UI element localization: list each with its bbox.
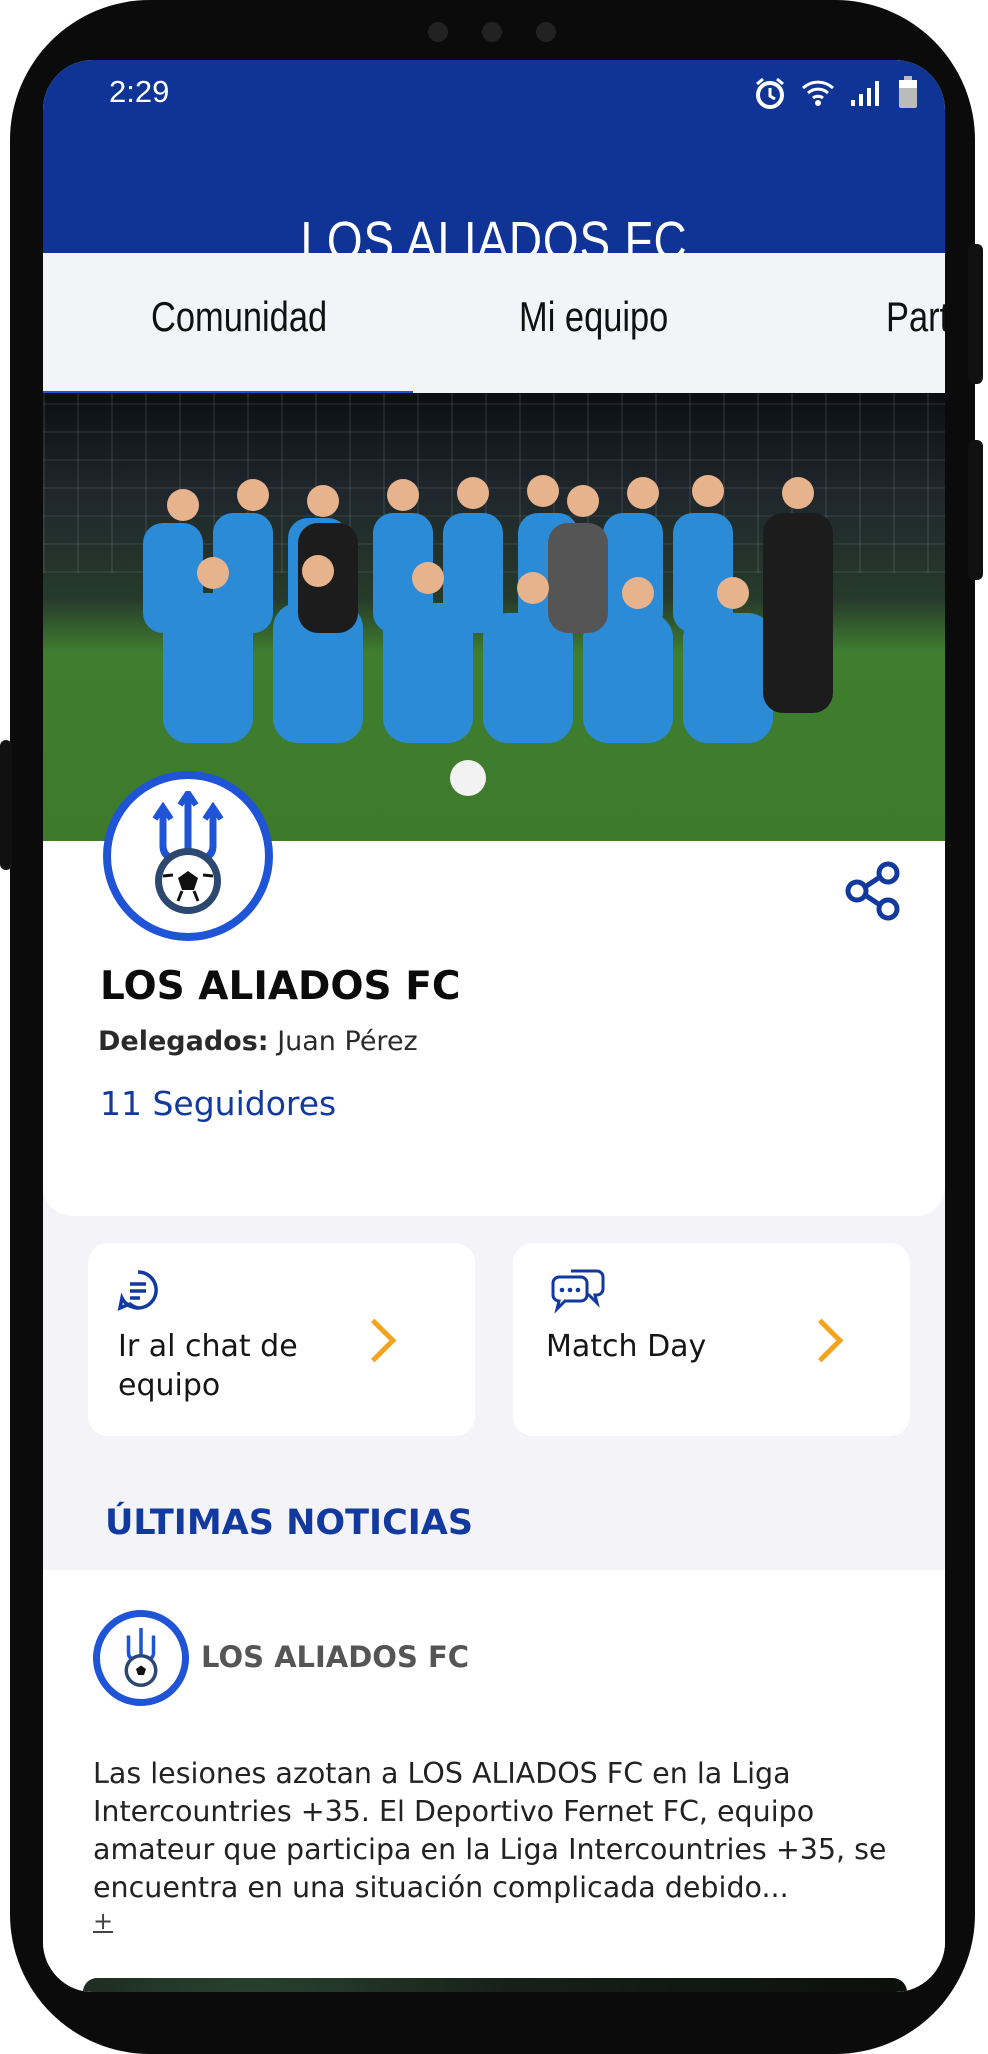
status-time: 2:29: [109, 74, 170, 109]
chat-document-icon: [117, 1270, 158, 1311]
share-icon[interactable]: [843, 861, 903, 921]
chevron-right-icon: [352, 1318, 397, 1363]
news-author: LOS ALIADOS FC: [201, 1640, 470, 1674]
news-body: Las lesiones azotan a LOS ALIADOS FC en …: [93, 1757, 887, 1904]
tab-bar: Comunidad Mi equipo Part: [43, 253, 945, 397]
team-chat-button[interactable]: Ir al chat de equipo: [88, 1243, 475, 1436]
alarm-icon: [756, 77, 784, 109]
news-section-title: ÚLTIMAS NOTICIAS: [105, 1503, 474, 1543]
chat-bubbles-icon: [551, 1269, 605, 1313]
followers-link[interactable]: 11 Seguidores: [100, 1084, 336, 1123]
match-day-button[interactable]: Match Day: [513, 1243, 910, 1436]
team-chat-label: Ir al chat de equipo: [118, 1329, 298, 1403]
side-button: [0, 740, 12, 870]
delegados-line: Delegados: Juan Pérez: [98, 1026, 418, 1057]
team-logo: [103, 771, 273, 941]
battery-icon: [899, 76, 917, 108]
tab-comunidad[interactable]: Comunidad: [151, 293, 327, 341]
camera-dot: [536, 22, 556, 42]
read-more-link[interactable]: +: [93, 1907, 113, 1935]
trident-ball-logo-icon: [152, 791, 224, 914]
match-day-label: Match Day: [546, 1329, 707, 1364]
news-card[interactable]: LOS ALIADOS FC Las lesiones azotan a LOS…: [43, 1570, 945, 1992]
screen: 2:29 LOS ALIADOS FC Comunidad Mi equipo …: [43, 60, 945, 1992]
delegados-label: Delegados:: [98, 1026, 269, 1057]
status-icons: [753, 76, 919, 110]
team-name: LOS ALIADOS FC: [100, 964, 461, 1009]
volume-button: [968, 440, 983, 580]
power-button: [968, 244, 983, 384]
trident-ball-logo-icon: [124, 1628, 158, 1687]
status-bar: 2:29: [43, 60, 945, 128]
wifi-icon: [801, 80, 835, 106]
delegados-value: Juan Pérez: [277, 1026, 418, 1057]
tab-partidos[interactable]: Part: [886, 293, 945, 341]
team-card: LOS ALIADOS FC Delegados: Juan Pérez 11 …: [43, 771, 945, 1216]
chevron-right-icon: [799, 1318, 844, 1363]
news-image: [83, 1978, 907, 1992]
camera-dot: [482, 22, 502, 42]
signal-icon: [851, 81, 879, 106]
tab-mi-equipo[interactable]: Mi equipo: [519, 293, 668, 341]
author-avatar: [93, 1610, 189, 1706]
camera-dot: [428, 22, 448, 42]
